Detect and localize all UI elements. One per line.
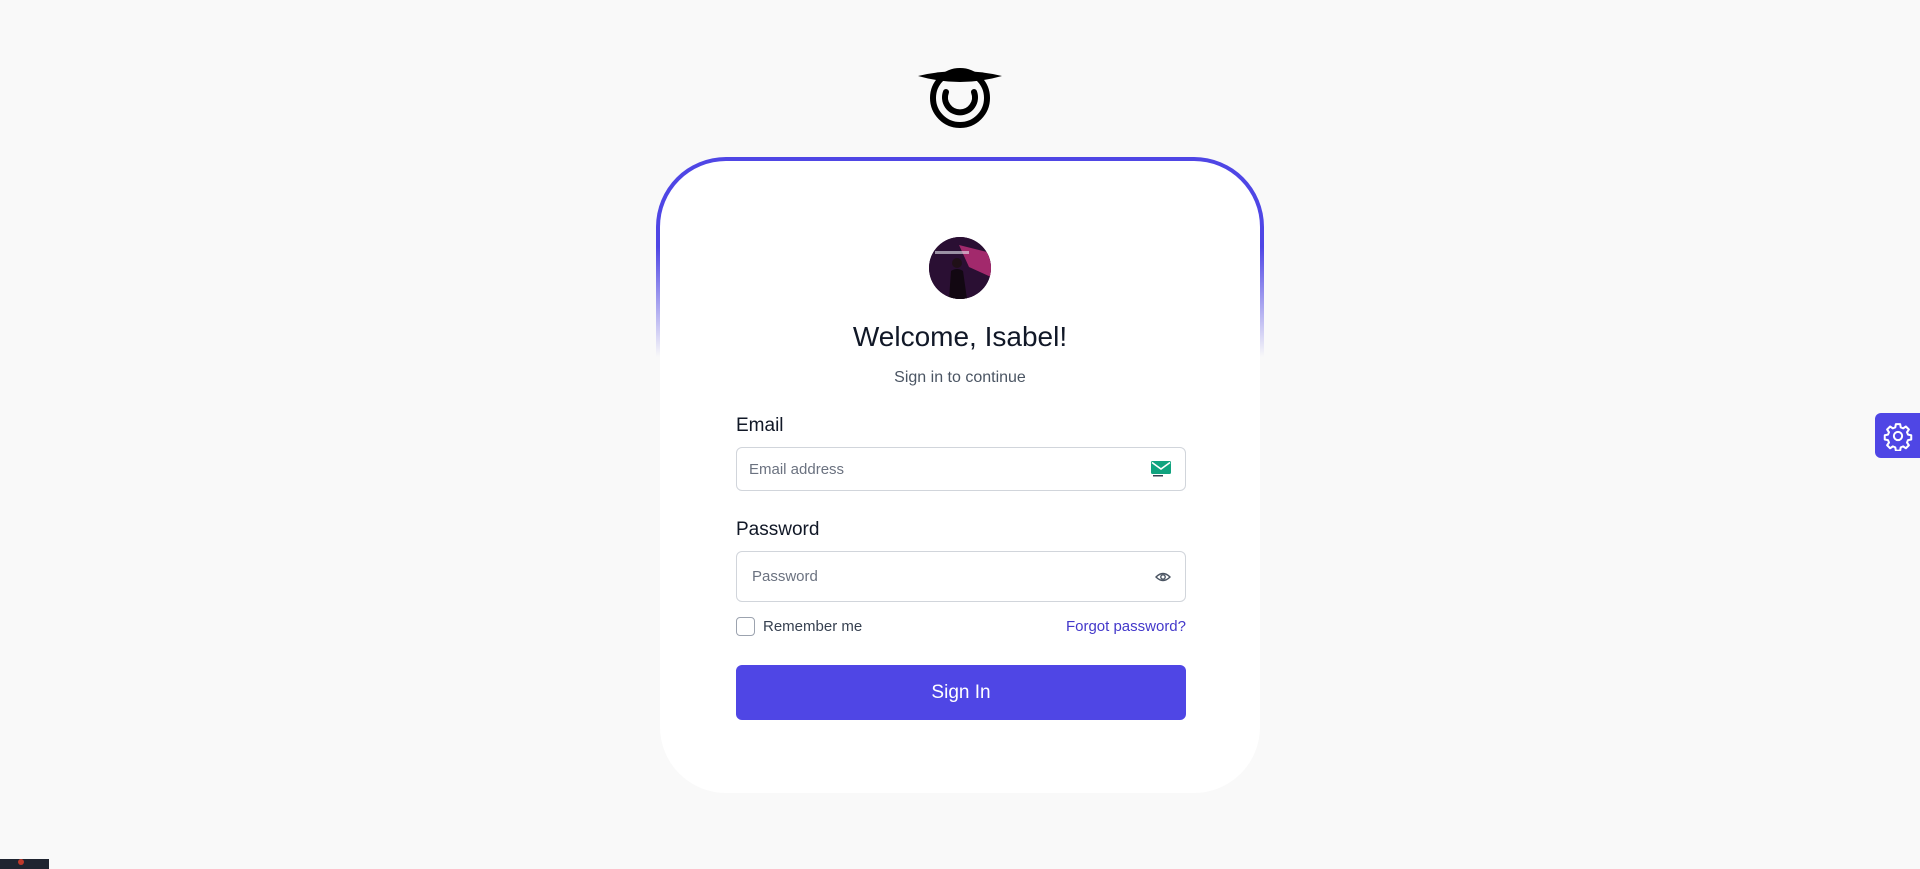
login-card-frame: Welcome, Isabel! Sign in to continue Ema… [656,157,1264,797]
brand-logo-icon [918,68,1002,128]
brand-logo [912,58,1008,130]
forgot-password-link[interactable]: Forgot password? [1066,618,1186,635]
mail-icon [1151,461,1171,477]
remember-row: Remember me Forgot password? [736,615,1186,637]
email-input[interactable] [737,448,1185,490]
login-card: Welcome, Isabel! Sign in to continue Ema… [660,161,1260,793]
welcome-subtitle: Sign in to continue [894,369,1026,386]
settings-button[interactable] [1875,413,1920,458]
password-field-wrapper [736,551,1186,602]
corner-widget[interactable] [0,859,49,869]
password-label: Password [736,519,820,540]
email-field-wrapper [736,447,1186,491]
user-avatar [929,237,991,299]
password-input[interactable] [737,552,1185,601]
remember-me-control[interactable]: Remember me [736,616,863,636]
email-label: Email [736,415,784,436]
gear-icon [1883,422,1912,451]
welcome-heading: Welcome, Isabel! [852,321,1068,352]
eye-icon[interactable] [1155,571,1171,583]
sign-in-button[interactable]: Sign In [736,665,1186,720]
remember-me-label: Remember me [763,617,863,635]
remember-me-checkbox[interactable] [736,616,755,636]
notification-dot-icon [18,859,24,865]
